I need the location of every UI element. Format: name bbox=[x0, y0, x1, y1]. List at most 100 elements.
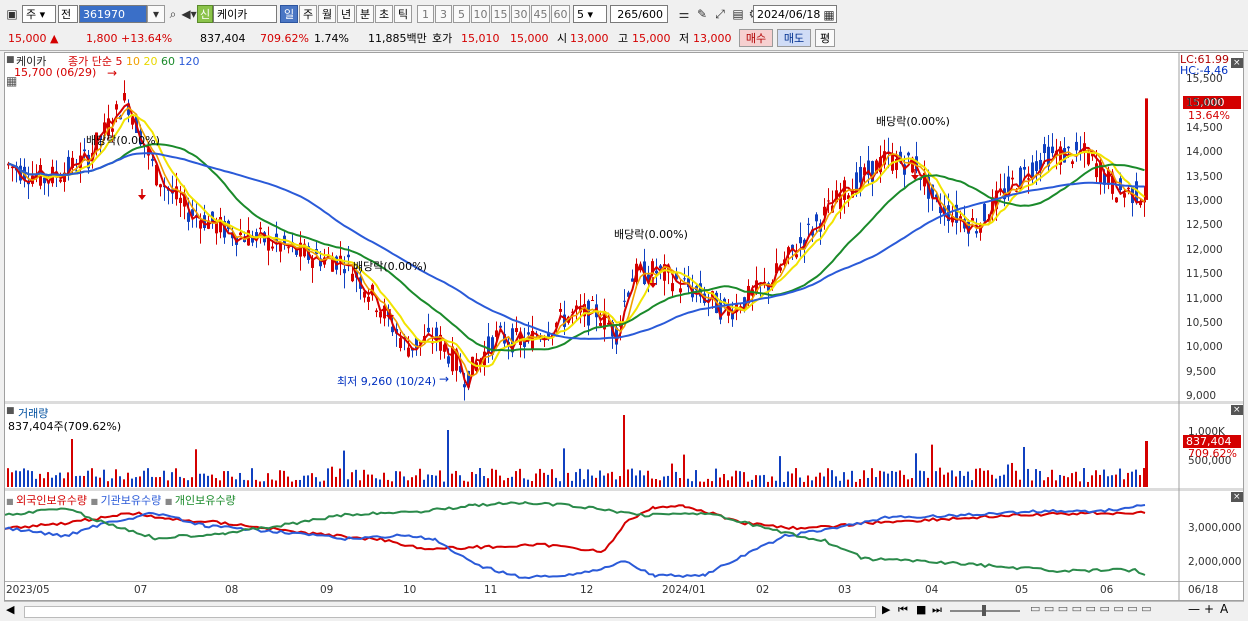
interval-button[interactable]: 3 bbox=[435, 5, 452, 23]
y-tick-label: 15,000 bbox=[1186, 97, 1223, 110]
volume-bar bbox=[567, 472, 569, 487]
rewind-icon[interactable]: ⏮ bbox=[898, 603, 908, 617]
settings-chart-icon[interactable]: ⚌ bbox=[676, 5, 692, 23]
foreign-holdings-line bbox=[5, 504, 1146, 554]
save-icon[interactable]: ▤ bbox=[730, 5, 746, 23]
period-button[interactable]: 분 bbox=[356, 5, 374, 23]
volume-bar bbox=[767, 481, 769, 487]
search-icon[interactable]: ⌕ bbox=[165, 5, 181, 23]
calendar-icon[interactable]: ▦ bbox=[821, 6, 837, 24]
volume-bar bbox=[375, 478, 377, 487]
scroll-track[interactable] bbox=[24, 606, 876, 618]
period-button[interactable]: 주 bbox=[299, 5, 317, 23]
close-icon[interactable]: × bbox=[1231, 58, 1243, 68]
period-select[interactable]: 주 ▾ bbox=[22, 5, 56, 23]
chevron-down-icon[interactable]: ▾ bbox=[147, 5, 165, 23]
buy-button[interactable]: 매수 bbox=[739, 29, 773, 47]
avg-button[interactable]: 평 bbox=[815, 29, 835, 47]
volume-bar bbox=[991, 474, 993, 487]
zoom-in-icon[interactable]: + bbox=[1204, 602, 1214, 616]
volume-bar bbox=[523, 478, 525, 487]
zoom-out-icon[interactable]: — bbox=[1188, 602, 1200, 616]
volume-bar bbox=[687, 478, 689, 487]
n-value-select[interactable]: 5 ▾ bbox=[573, 5, 607, 23]
volume-bar bbox=[59, 472, 61, 487]
volume-bar bbox=[391, 481, 393, 487]
period-button[interactable]: 월 bbox=[318, 5, 336, 23]
chart-svg[interactable] bbox=[5, 53, 1243, 600]
volume-bar bbox=[675, 471, 677, 487]
volume-text: 837,404 bbox=[200, 32, 246, 45]
volume-bar bbox=[663, 476, 665, 487]
legend-marker: ■ bbox=[6, 497, 17, 506]
volume-bar bbox=[211, 474, 213, 487]
scroll-right-icon[interactable]: ▶ bbox=[882, 603, 890, 616]
draw-icon[interactable]: ✎ bbox=[694, 5, 710, 23]
volume-bar bbox=[759, 475, 761, 487]
window-icon[interactable]: ▣ bbox=[4, 5, 20, 23]
candle-body bbox=[655, 270, 658, 274]
view-icons[interactable]: ▭ ▭ ▭ ▭ ▭ ▭ ▭ ▭ ▭ bbox=[1030, 602, 1152, 615]
forward-icon[interactable]: ⏭ bbox=[932, 603, 942, 617]
volume-bar bbox=[1119, 468, 1121, 487]
interval-button[interactable]: 10 bbox=[471, 5, 490, 23]
volume-bar bbox=[7, 468, 9, 487]
close-icon[interactable]: × bbox=[1231, 492, 1243, 502]
candle-body bbox=[1067, 146, 1070, 149]
period-button[interactable]: 년 bbox=[337, 5, 355, 23]
candle-body bbox=[1043, 144, 1046, 154]
interval-button[interactable]: 1 bbox=[417, 5, 434, 23]
interval-button[interactable]: 30 bbox=[511, 5, 530, 23]
volume-bar bbox=[407, 480, 409, 487]
expand-icon[interactable]: ⤢ bbox=[712, 5, 728, 23]
interval-button[interactable]: 5 bbox=[453, 5, 470, 23]
legend-item: 120 bbox=[178, 55, 200, 68]
speaker-icon[interactable]: ◀▾ bbox=[180, 5, 198, 23]
volume-bar bbox=[15, 470, 17, 487]
y-tick-label: 10,000 bbox=[1186, 341, 1223, 354]
stop-icon[interactable]: ■ bbox=[916, 603, 926, 616]
volume-bar bbox=[943, 474, 945, 487]
candle-body bbox=[907, 152, 910, 156]
count-field[interactable]: 265/600 bbox=[610, 5, 668, 23]
close-icon[interactable]: × bbox=[1231, 405, 1243, 415]
volume-bar bbox=[307, 475, 309, 487]
scroll-left-icon[interactable]: ◀ bbox=[6, 603, 14, 616]
volume-bar bbox=[199, 473, 201, 487]
volume-bar bbox=[627, 469, 629, 487]
volume-bar bbox=[439, 470, 441, 487]
volume-bar bbox=[879, 470, 881, 487]
stock-name-field[interactable]: 케이카 bbox=[213, 5, 277, 23]
volume-bar bbox=[231, 476, 233, 487]
volume-bar bbox=[651, 478, 653, 487]
sell-button[interactable]: 매도 bbox=[777, 29, 811, 47]
volume-bar bbox=[731, 476, 733, 487]
y-tick-label: 12,500 bbox=[1186, 219, 1223, 232]
stock-code-input[interactable]: 361970 bbox=[79, 5, 147, 23]
volume-bar bbox=[791, 473, 793, 487]
interval-button[interactable]: 15 bbox=[491, 5, 510, 23]
volume-bar bbox=[963, 475, 965, 487]
period-button[interactable]: 일 bbox=[280, 5, 298, 23]
volume-bar bbox=[1111, 475, 1113, 487]
volume-bar bbox=[195, 449, 197, 487]
table-icon[interactable]: ▦ bbox=[6, 74, 17, 88]
prefix-select[interactable]: 전 bbox=[58, 5, 78, 23]
volume-bar bbox=[323, 480, 325, 487]
volume-bar bbox=[455, 470, 457, 487]
panel-separator bbox=[5, 488, 1243, 491]
volume-bar bbox=[47, 472, 49, 487]
period-button[interactable]: 틱 bbox=[394, 5, 412, 23]
auto-scale-icon[interactable]: A bbox=[1220, 602, 1228, 616]
volume-bar bbox=[747, 481, 749, 487]
zoom-handle[interactable] bbox=[982, 605, 986, 616]
chart-area[interactable] bbox=[4, 52, 1244, 601]
legend-item: 기관보유수량 bbox=[100, 494, 165, 507]
volume-bar bbox=[175, 468, 177, 487]
chart-scrollbar[interactable]: ◀ ▶ ⏮ ■ ⏭ ▭ ▭ ▭ ▭ ▭ ▭ ▭ ▭ ▭ — + A bbox=[4, 601, 1244, 620]
volume-bar bbox=[659, 480, 661, 487]
period-button[interactable]: 초 bbox=[375, 5, 393, 23]
interval-button[interactable]: 60 bbox=[551, 5, 570, 23]
interval-button[interactable]: 45 bbox=[531, 5, 550, 23]
candle-body bbox=[1095, 163, 1098, 178]
